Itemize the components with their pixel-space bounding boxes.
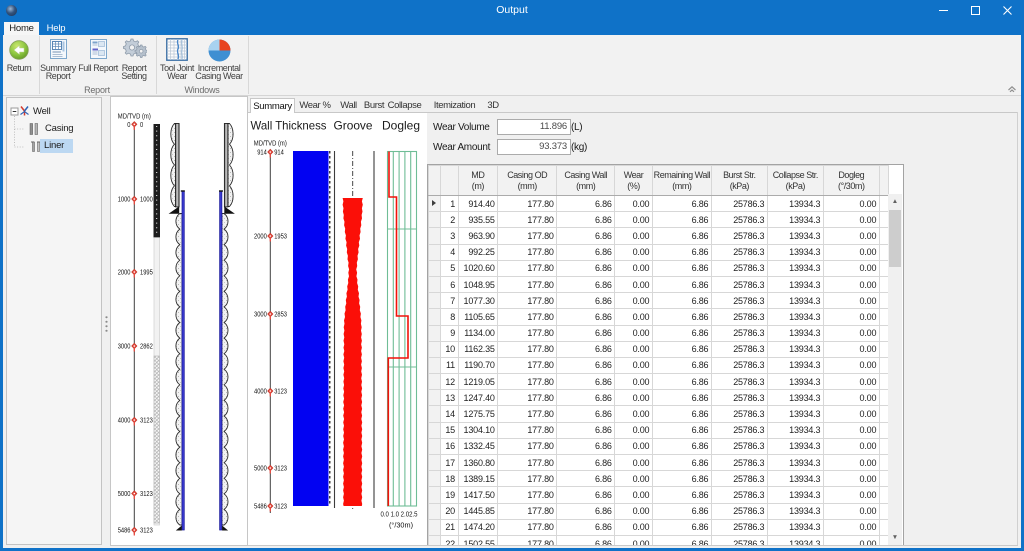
svg-text:1000: 1000 bbox=[118, 197, 131, 204]
svg-text:3123: 3123 bbox=[274, 504, 287, 511]
svg-text:MD/TVD (m): MD/TVD (m) bbox=[254, 141, 287, 148]
svg-text:3123: 3123 bbox=[140, 491, 153, 498]
svg-text:0: 0 bbox=[127, 122, 130, 129]
svg-text:2000: 2000 bbox=[118, 270, 131, 277]
svg-text:914: 914 bbox=[257, 150, 267, 157]
svg-text:3123: 3123 bbox=[140, 418, 153, 425]
svg-text:5486: 5486 bbox=[118, 528, 131, 535]
svg-text:3123: 3123 bbox=[140, 528, 153, 535]
svg-text:3123: 3123 bbox=[274, 466, 287, 473]
svg-text:5486: 5486 bbox=[254, 504, 267, 511]
svg-text:Wall Thickness: Wall Thickness bbox=[251, 119, 327, 133]
svg-text:Dogleg: Dogleg bbox=[382, 119, 420, 133]
svg-text:4000: 4000 bbox=[118, 418, 131, 425]
svg-text:2000: 2000 bbox=[254, 234, 267, 241]
svg-text:3000: 3000 bbox=[118, 344, 131, 351]
svg-text:1995: 1995 bbox=[140, 270, 153, 277]
svg-text:5000: 5000 bbox=[118, 491, 131, 498]
svg-text:MD/TVD (m): MD/TVD (m) bbox=[118, 114, 151, 121]
svg-text:4000: 4000 bbox=[254, 389, 267, 396]
svg-text:0.0 1.0 2.02.5: 0.0 1.0 2.02.5 bbox=[381, 512, 418, 519]
svg-text:1953: 1953 bbox=[274, 234, 287, 241]
svg-text:5000: 5000 bbox=[254, 466, 267, 473]
svg-text:Groove: Groove bbox=[334, 119, 373, 133]
svg-text:3000: 3000 bbox=[254, 312, 267, 319]
svg-text:1000: 1000 bbox=[140, 197, 153, 204]
svg-text:914: 914 bbox=[274, 150, 284, 157]
svg-text:2853: 2853 bbox=[274, 312, 287, 319]
svg-text:(°/30m): (°/30m) bbox=[389, 522, 413, 530]
svg-text:3123: 3123 bbox=[274, 389, 287, 396]
svg-text:0: 0 bbox=[140, 122, 143, 129]
svg-text:2862: 2862 bbox=[140, 344, 153, 351]
